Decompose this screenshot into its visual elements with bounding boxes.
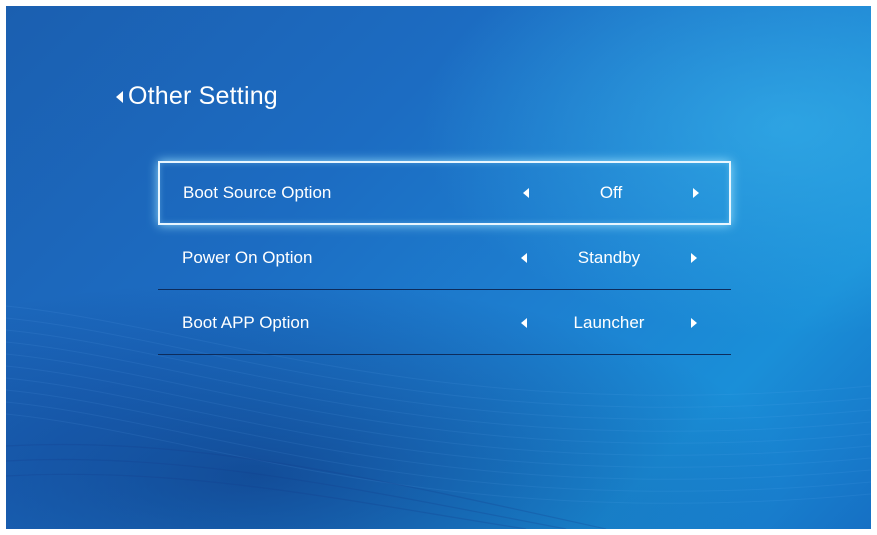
settings-screen: Other Setting Boot Source Option Off Pow…: [6, 6, 871, 529]
caret-left-icon[interactable]: [523, 188, 529, 198]
menu-item-boot-app-option[interactable]: Boot APP Option Launcher: [158, 290, 731, 355]
back-header[interactable]: Other Setting: [116, 82, 278, 111]
caret-right-icon[interactable]: [691, 252, 697, 263]
settings-menu: Boot Source Option Off Power On Option S…: [158, 161, 731, 355]
caret-left-icon[interactable]: [521, 252, 527, 263]
menu-item-label: Power On Option: [182, 247, 313, 267]
menu-item-label: Boot Source Option: [183, 183, 332, 202]
menu-item-value: Launcher: [573, 312, 645, 332]
caret-right-icon[interactable]: [693, 188, 699, 198]
menu-item-label: Boot APP Option: [182, 312, 310, 332]
caret-left-icon[interactable]: [521, 317, 527, 328]
caret-right-icon[interactable]: [691, 317, 697, 328]
menu-item-power-on-option[interactable]: Power On Option Standby: [158, 225, 731, 290]
chevron-left-icon: [116, 90, 123, 103]
menu-item-value: Standby: [577, 247, 641, 267]
menu-item-value: Off: [599, 183, 623, 202]
page-title: Other Setting: [128, 82, 278, 110]
menu-item-boot-source-option[interactable]: Boot Source Option Off: [158, 161, 731, 225]
